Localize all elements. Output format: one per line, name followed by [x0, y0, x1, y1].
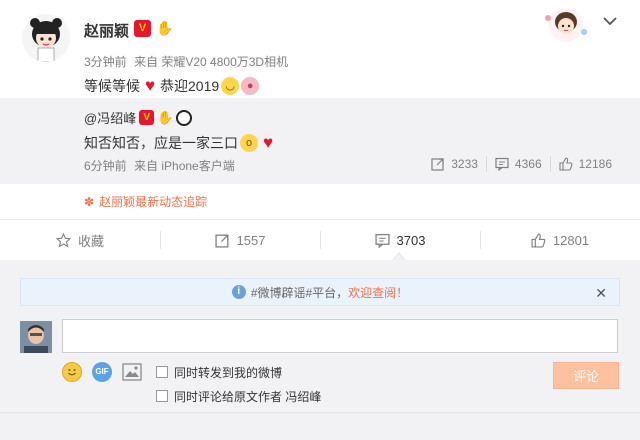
repost-time[interactable]: 6分钟前	[84, 159, 127, 173]
forward-button[interactable]: 1557	[160, 220, 320, 260]
repost-content: 知否知否，应是一家三口 o ♥	[84, 133, 276, 153]
repost-like-count: 12186	[578, 157, 612, 171]
panda-icon[interactable]	[176, 109, 193, 126]
close-icon[interactable]: ✕	[595, 285, 607, 302]
comment-icon	[495, 157, 509, 171]
content-text-2: 恭迎2019	[160, 78, 220, 94]
repost-forward-stat[interactable]: 3233	[423, 156, 486, 172]
submit-comment-button[interactable]: 评论	[553, 362, 619, 389]
divider	[0, 412, 640, 413]
cartoon-corner-icon	[545, 8, 587, 42]
option-comment-author-row[interactable]: 同时评论给原文作者 冯绍峰	[156, 386, 321, 406]
comment-icon	[374, 233, 390, 248]
verified-v-icon[interactable]: V	[139, 110, 155, 125]
notice-link[interactable]: 欢迎查阅！	[348, 284, 408, 301]
post-content: 等候等候 ♥ 恭迎2019 ◡ ●	[84, 76, 260, 96]
chevron-down-icon[interactable]	[602, 15, 618, 27]
verified-v-icon[interactable]: V	[134, 20, 151, 37]
weibo-post: 赵丽颖 V ✋ 3分钟前 来自 荣耀V20 4800万3D相机 等候等候 ♥ 恭…	[0, 0, 640, 220]
repost-comment-stat[interactable]: 4366	[485, 156, 550, 172]
info-icon: i	[231, 285, 246, 299]
star-icon	[55, 232, 71, 248]
notice-text[interactable]: #微博辟谣#平台，	[251, 284, 348, 301]
post-source[interactable]: 来自 荣耀V20 4800万3D相机	[134, 55, 288, 69]
author-name[interactable]: 赵丽颖	[84, 20, 129, 41]
favorite-label: 收藏	[77, 233, 104, 249]
comment-options: 同时转发到我的微博 同时评论给原文作者 冯绍峰	[156, 362, 321, 410]
follow-link[interactable]: ✽ 赵丽颖最新动态追踪	[84, 193, 207, 210]
comment-input[interactable]	[62, 319, 618, 353]
current-user-avatar[interactable]	[20, 321, 52, 353]
thumbs-up-icon	[531, 232, 546, 248]
option-comment-author-label: 同时评论给原文作者 冯绍峰	[174, 389, 322, 404]
comment-count: 3703	[396, 232, 426, 248]
content-text-1: 等候等候	[84, 78, 140, 94]
post-meta: 3分钟前 来自 荣耀V20 4800万3D相机	[84, 53, 288, 70]
repost-text: 知否知否，应是一家三口	[84, 135, 238, 151]
surprised-emoji: o	[240, 134, 258, 152]
flower-icon: ✽	[84, 194, 95, 209]
repost-like-stat[interactable]: 12186	[549, 156, 620, 172]
rumor-notice-banner: i #微博辟谣#平台， 欢迎查阅！ ✕	[20, 278, 620, 306]
option-forward-row[interactable]: 同时转发到我的微博	[156, 362, 321, 382]
forward-count: 1557	[236, 232, 266, 248]
heart-emoji: ♥	[262, 133, 274, 152]
comment-pointer-arrow	[392, 252, 406, 261]
hand-badge-icon[interactable]: ✋	[157, 110, 173, 126]
hand-badge-icon[interactable]: ✋	[156, 19, 174, 37]
repost-forward-count: 3233	[451, 157, 478, 171]
thumbs-up-icon	[559, 157, 573, 171]
option-forward-label: 同时转发到我的微博	[174, 365, 283, 380]
image-icon[interactable]	[122, 363, 142, 381]
action-bar: 收藏 1557 3703 12801	[0, 220, 640, 260]
author-avatar[interactable]	[22, 14, 70, 62]
gif-icon[interactable]: GIF	[92, 362, 112, 382]
post-time[interactable]: 3分钟前	[84, 55, 127, 69]
emoji-icon[interactable]	[62, 362, 82, 382]
pig-emoji: ●	[241, 77, 260, 95]
repost-author-row: @冯绍峰 V ✋	[84, 108, 193, 127]
smile-emoji: ◡	[221, 77, 240, 95]
forward-checkbox[interactable]	[156, 366, 168, 378]
repost-stats: 3233 4366 12186	[423, 156, 620, 172]
favorite-button[interactable]: 收藏	[0, 220, 160, 260]
repost-block: @冯绍峰 V ✋ 知否知否，应是一家三口 o ♥ 6分钟前 来自 iPhone客…	[0, 98, 640, 184]
repost-meta: 6分钟前 来自 iPhone客户端	[84, 157, 235, 174]
repost-source[interactable]: 来自 iPhone客户端	[134, 159, 235, 173]
repost-comment-count: 4366	[514, 157, 542, 171]
follow-link-label: 赵丽颖最新动态追踪	[99, 195, 208, 209]
heart-emoji: ♥	[144, 76, 156, 95]
forward-icon	[214, 234, 229, 248]
like-count: 12801	[552, 232, 590, 248]
comment-author-checkbox[interactable]	[156, 390, 168, 402]
forward-icon	[431, 158, 444, 171]
comment-tools: GIF	[62, 362, 142, 382]
like-button[interactable]: 12801	[480, 220, 640, 260]
repost-author-name[interactable]: @冯绍峰	[84, 108, 136, 127]
